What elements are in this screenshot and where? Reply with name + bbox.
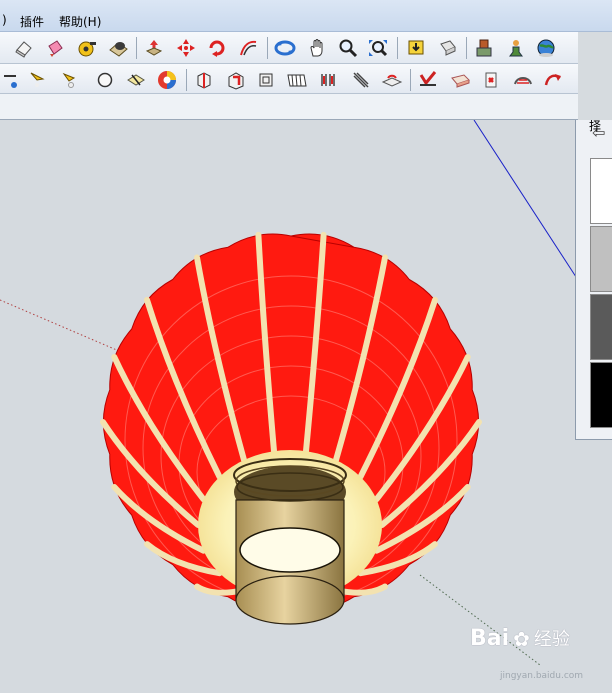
pan-icon[interactable] <box>305 36 329 60</box>
paw-icon: ✿ <box>513 627 530 651</box>
menu-item-plugins[interactable]: 插件 <box>20 13 44 30</box>
sandbox-from-contours-icon[interactable] <box>380 68 404 92</box>
lantern-model[interactable] <box>0 120 612 693</box>
hidden-line-icon[interactable] <box>349 68 373 92</box>
back-arrow-icon[interactable]: ⇦ <box>592 123 605 142</box>
walk-icon[interactable] <box>26 68 50 92</box>
drape-icon[interactable] <box>448 68 472 92</box>
menu-item-help[interactable]: 帮助(H) <box>59 13 101 30</box>
tape-measure-icon[interactable] <box>75 36 99 60</box>
material-swatch-dark-gray[interactable] <box>590 294 612 360</box>
secondary-toolbar <box>0 64 578 94</box>
material-swatch-white[interactable] <box>590 158 612 224</box>
follow-me-icon[interactable] <box>205 36 229 60</box>
front-view-icon[interactable] <box>254 68 278 92</box>
baidu-watermark: Bai ✿ 经验 <box>470 626 570 651</box>
blue-axis-line <box>473 120 579 281</box>
rotate-icon[interactable] <box>174 36 198 60</box>
green-axis-line <box>419 574 541 666</box>
look-around-icon[interactable] <box>57 68 81 92</box>
menu-bar: ) 插件 帮助(H) <box>0 0 612 32</box>
smoove-icon[interactable] <box>541 68 565 92</box>
get-models-icon[interactable] <box>404 36 428 60</box>
materials-panel[interactable]: 材质 选择 ⇦ <box>575 120 612 440</box>
push-pull-icon[interactable] <box>106 36 130 60</box>
add-detail-icon[interactable] <box>479 68 503 92</box>
orbit-icon[interactable] <box>273 36 297 60</box>
color-wheel-icon[interactable] <box>155 68 179 92</box>
main-toolbar <box>0 32 578 64</box>
components-icon[interactable] <box>472 36 496 60</box>
position-camera-icon[interactable] <box>0 68 24 92</box>
zoom-extents-icon[interactable] <box>366 36 390 60</box>
flip-edge-icon[interactable] <box>511 68 535 92</box>
eraser-icon[interactable] <box>12 36 36 60</box>
toolbar-strip <box>0 94 578 120</box>
stamp-icon[interactable] <box>416 68 440 92</box>
zoom-icon[interactable] <box>336 36 360 60</box>
material-swatch-black[interactable] <box>590 362 612 428</box>
sphere-icon[interactable] <box>93 68 117 92</box>
move-icon[interactable] <box>142 36 166 60</box>
paint-bucket-icon[interactable] <box>43 36 67 60</box>
watermark-site: jingyan.baidu.com <box>500 671 584 681</box>
material-swatch-light-gray[interactable] <box>590 226 612 292</box>
top-view-icon[interactable] <box>224 68 248 92</box>
section-plane-icon[interactable] <box>124 68 148 92</box>
xray-icon[interactable] <box>285 68 309 92</box>
earth-icon[interactable] <box>534 36 558 60</box>
lantern-tube <box>233 458 347 625</box>
iso-view-icon[interactable] <box>192 68 216 92</box>
offset-icon[interactable] <box>236 36 260 60</box>
extension-icon[interactable] <box>503 36 527 60</box>
menu-item-partial[interactable]: ) <box>2 13 7 27</box>
share-model-icon[interactable] <box>436 36 460 60</box>
wireframe-icon[interactable] <box>317 68 341 92</box>
model-viewport[interactable]: 材质 选择 ⇦ Bai ✿ 经验 jingyan.baidu.com <box>0 120 612 693</box>
